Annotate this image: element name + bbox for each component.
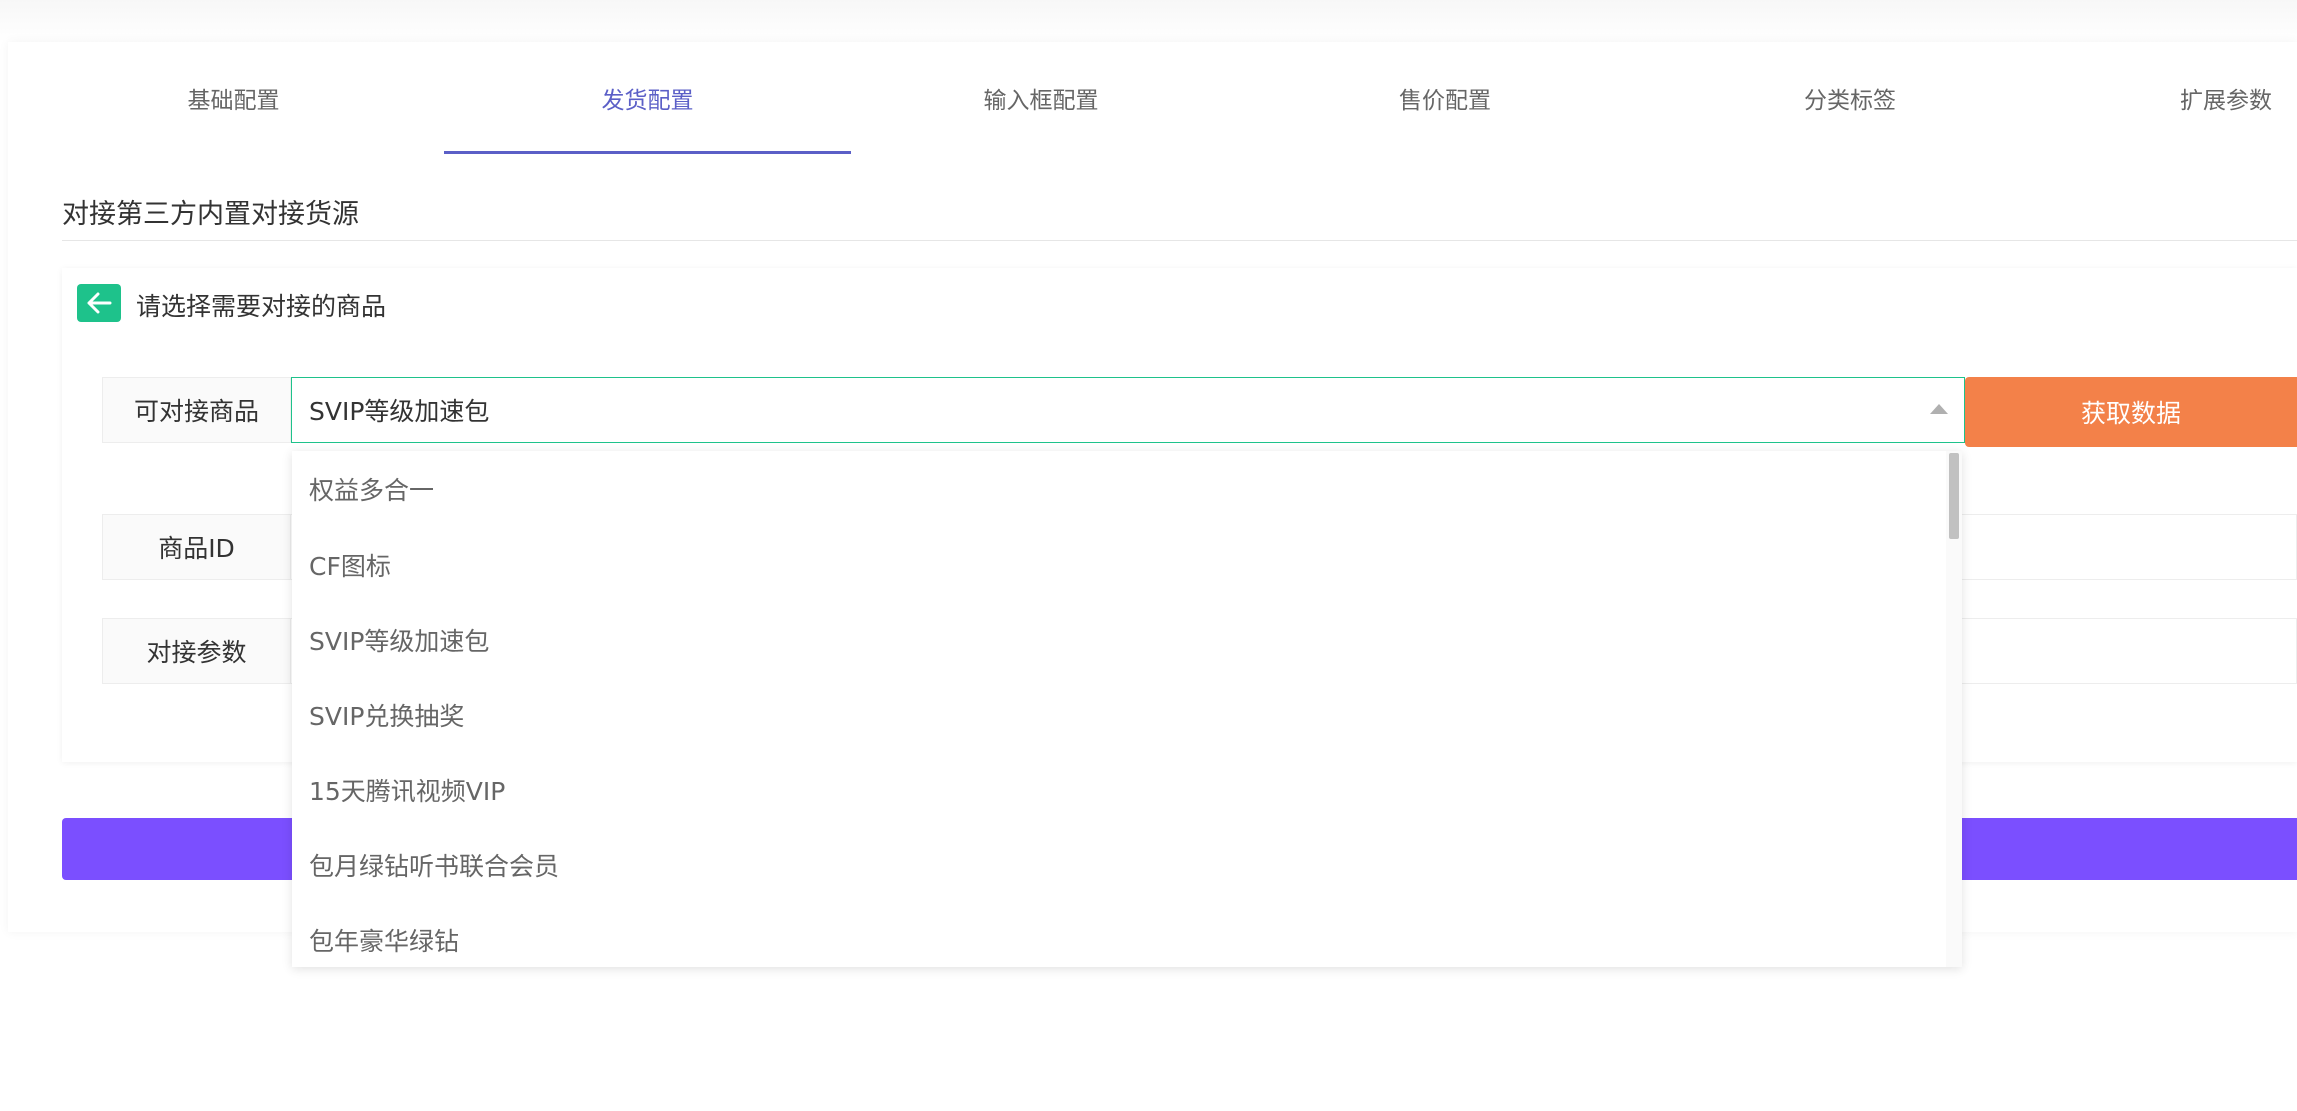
arrow-left-icon: [87, 292, 112, 314]
dropdown-option[interactable]: SVIP兑换抽奖: [292, 677, 1944, 752]
dropdown-option[interactable]: 权益多合一: [292, 451, 1944, 526]
dropdown-option[interactable]: 包年豪华绿钻: [292, 902, 1944, 967]
product-id-label: 商品ID: [102, 514, 291, 580]
product-dropdown: 权益多合一 CF图标 SVIP等级加速包 SVIP兑换抽奖 15天腾讯视频VIP…: [292, 451, 1962, 967]
selected-product-value: SVIP等级加速包: [309, 397, 490, 426]
tab-price-config[interactable]: 售价配置: [1255, 42, 1635, 154]
tab-extended-params[interactable]: 扩展参数: [2180, 42, 2297, 154]
tab-basic-config[interactable]: 基础配置: [62, 42, 405, 154]
back-button[interactable]: [77, 284, 121, 322]
product-select[interactable]: SVIP等级加速包: [291, 377, 1965, 443]
tab-delivery-config[interactable]: 发货配置: [444, 42, 851, 154]
dropdown-option[interactable]: 包月绿钻听书联合会员: [292, 827, 1944, 902]
tab-category-tags[interactable]: 分类标签: [1660, 42, 2040, 154]
tab-input-config[interactable]: 输入框配置: [851, 42, 1231, 154]
fetch-data-button[interactable]: 获取数据: [1965, 377, 2297, 447]
dropdown-option[interactable]: SVIP等级加速包: [292, 602, 1944, 677]
scrollbar-thumb[interactable]: [1949, 453, 1959, 539]
dropdown-scrollbar[interactable]: [1946, 451, 1962, 967]
section-title: 对接第三方内置对接货源: [62, 199, 359, 230]
config-tabs: 基础配置 发货配置 输入框配置 售价配置 分类标签 扩展参数: [0, 42, 2297, 154]
section-divider: [62, 240, 2297, 241]
caret-up-icon: [1930, 404, 1948, 414]
dropdown-option[interactable]: 15天腾讯视频VIP: [292, 752, 1944, 827]
panel-title: 请选择需要对接的商品: [136, 292, 387, 321]
page: 基础配置 发货配置 输入框配置 售价配置 分类标签 扩展参数 对接第三方内置对接…: [0, 0, 2297, 1111]
params-label: 对接参数: [102, 618, 291, 684]
dropdown-option[interactable]: CF图标: [292, 527, 1944, 602]
product-label: 可对接商品: [102, 377, 291, 443]
